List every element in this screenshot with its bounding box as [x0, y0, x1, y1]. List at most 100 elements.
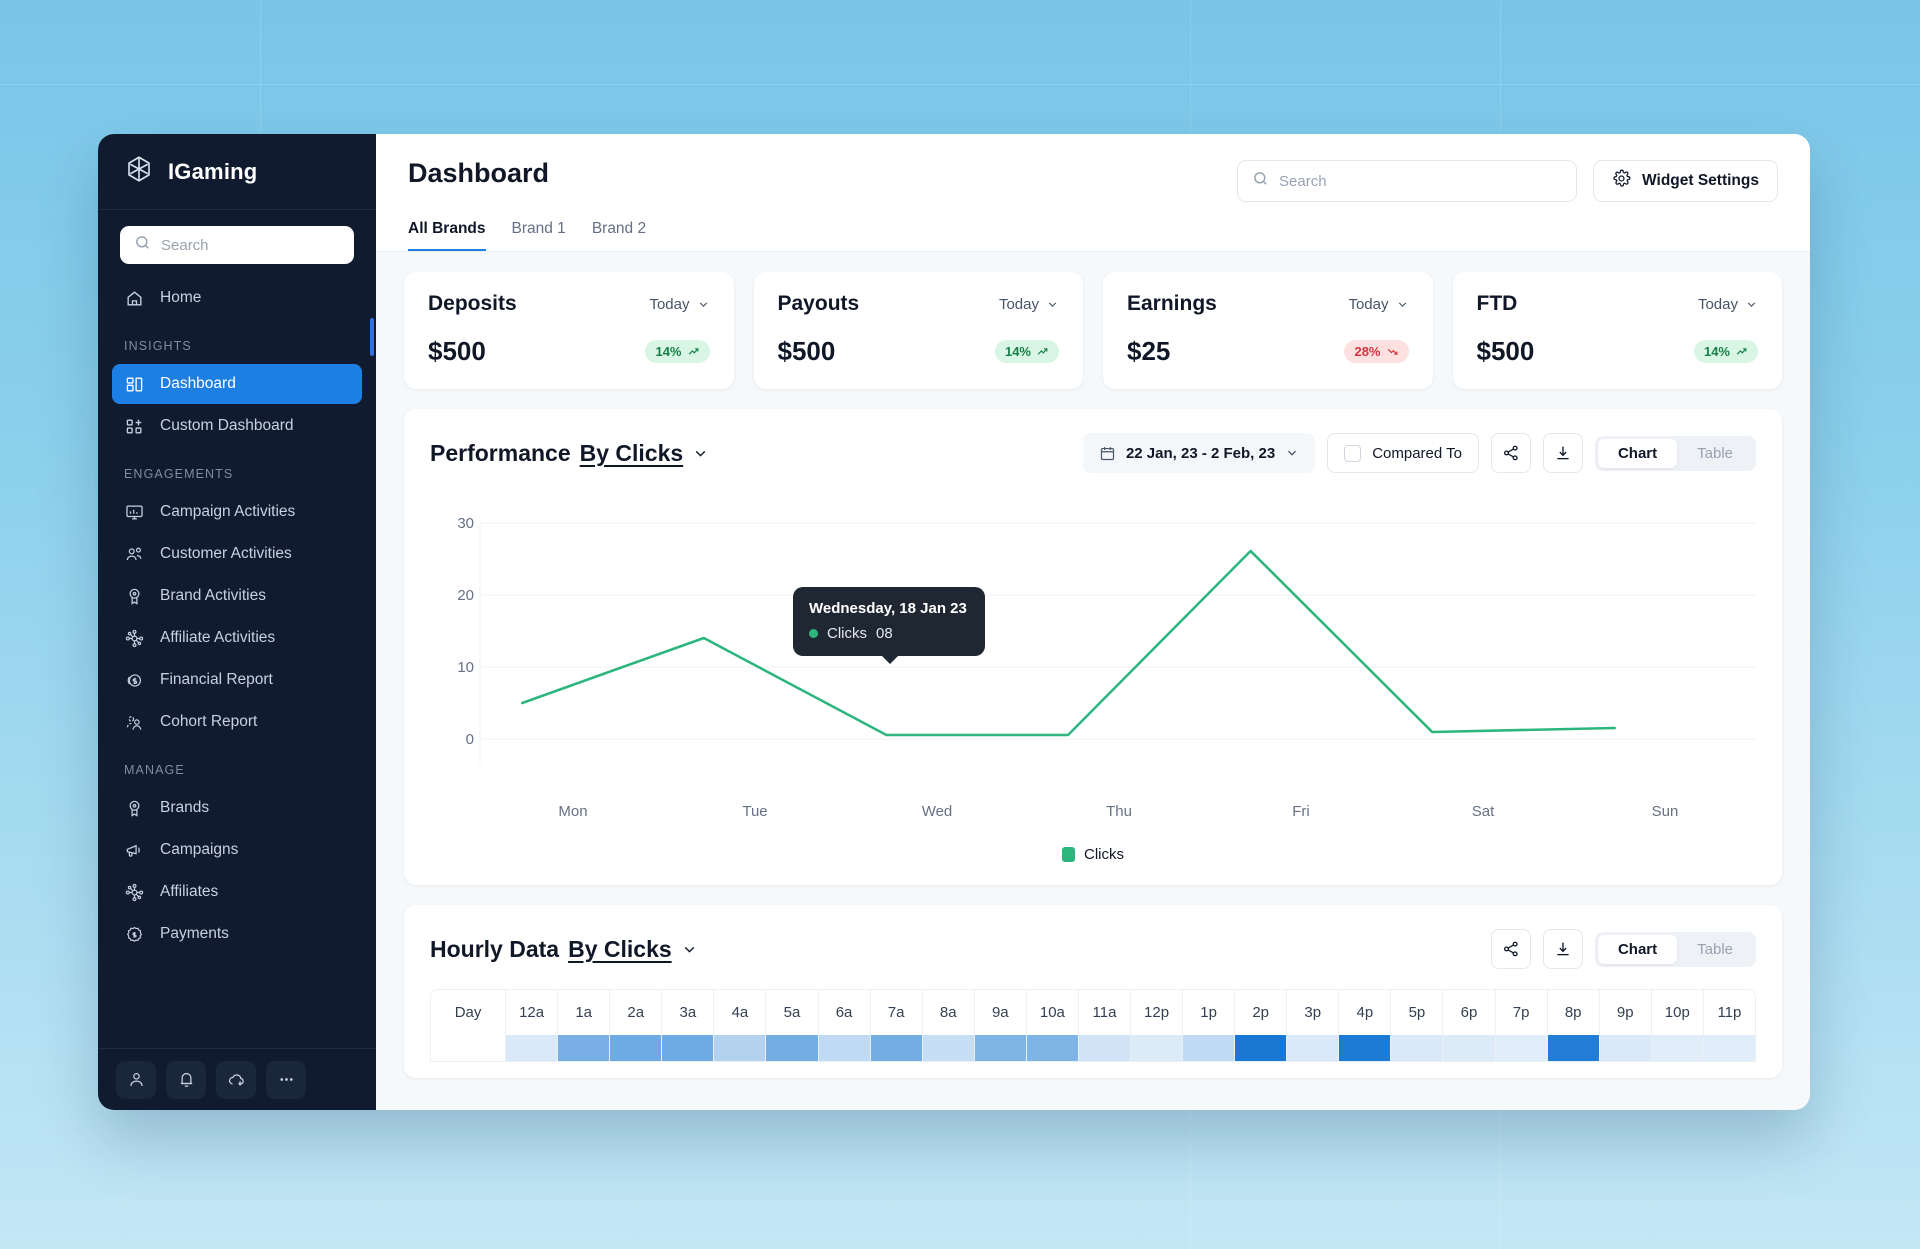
heatmap-cell[interactable] — [1703, 1035, 1755, 1061]
heatmap-cell[interactable] — [922, 1035, 974, 1061]
heatmap-cell[interactable] — [662, 1035, 714, 1061]
sidebar-item-affiliate-activities[interactable]: Affiliate Activities — [112, 618, 362, 658]
sidebar-scrollbar[interactable] — [370, 318, 374, 356]
sidebar-item-cohort-report[interactable]: Cohort Report — [112, 702, 362, 742]
compared-to-toggle[interactable]: Compared To — [1327, 433, 1479, 473]
kpi-title: FTD — [1476, 292, 1518, 315]
heatmap-column-1a[interactable]: 1a — [558, 990, 611, 1061]
date-range-picker[interactable]: 22 Jan, 23 - 2 Feb, 23 — [1082, 433, 1316, 473]
sidebar-item-campaigns[interactable]: Campaigns — [112, 830, 362, 870]
sidebar-item-payments[interactable]: Payments — [112, 914, 362, 954]
sidebar-brand[interactable]: IGaming — [98, 134, 376, 210]
heatmap-column-2p[interactable]: 2p — [1235, 990, 1288, 1061]
kpi-period-selector[interactable]: Today — [1698, 296, 1758, 313]
heatmap-header-hour: 4p — [1339, 990, 1391, 1035]
downloads-button[interactable] — [216, 1060, 256, 1099]
heatmap-column-12a[interactable]: 12a — [506, 990, 559, 1061]
heatmap-column-2a[interactable]: 2a — [610, 990, 663, 1061]
heatmap-cell[interactable] — [1287, 1035, 1339, 1061]
sidebar-search[interactable] — [120, 226, 354, 264]
compared-to-checkbox[interactable] — [1344, 444, 1362, 462]
heatmap-column-10a[interactable]: 10a — [1026, 990, 1079, 1061]
kpi-period-selector[interactable]: Today — [1348, 296, 1408, 313]
sidebar-item-customer-activities[interactable]: Customer Activities — [112, 534, 362, 574]
share-button[interactable] — [1490, 433, 1531, 473]
heatmap-column-1p[interactable]: 1p — [1183, 990, 1236, 1061]
heatmap-cell[interactable] — [1026, 1035, 1078, 1061]
performance-metric-label: By Clicks — [579, 439, 684, 466]
widget-settings-button[interactable]: Widget Settings — [1593, 160, 1778, 202]
heatmap-cell[interactable] — [610, 1035, 662, 1061]
heatmap-cell[interactable] — [714, 1035, 766, 1061]
download-button[interactable] — [1542, 433, 1583, 473]
sidebar-item-dashboard[interactable]: Dashboard — [112, 364, 362, 404]
heatmap-cell[interactable] — [558, 1035, 610, 1061]
heatmap-cell[interactable] — [1235, 1035, 1287, 1061]
view-table-option[interactable]: Table — [1677, 935, 1753, 964]
sidebar-item-financial-report[interactable]: Financial Report — [112, 660, 362, 700]
heatmap-column-6p[interactable]: 6p — [1443, 990, 1496, 1061]
heatmap-cell[interactable] — [1131, 1035, 1183, 1061]
heatmap-cell[interactable] — [766, 1035, 818, 1061]
heatmap-cell[interactable] — [1651, 1035, 1703, 1061]
sidebar-search-input[interactable] — [161, 236, 340, 254]
view-chart-option[interactable]: Chart — [1597, 438, 1678, 468]
sidebar-item-home[interactable]: Home — [112, 278, 362, 318]
heatmap-column-3a[interactable]: 3a — [662, 990, 715, 1061]
notifications-button[interactable] — [166, 1060, 206, 1099]
view-table-option[interactable]: Table — [1677, 439, 1753, 468]
heatmap-cell[interactable] — [1495, 1035, 1547, 1061]
heatmap-column-7p[interactable]: 7p — [1495, 990, 1548, 1061]
heatmap-column-3p[interactable]: 3p — [1287, 990, 1340, 1061]
tab-brand-2[interactable]: Brand 2 — [592, 220, 646, 251]
heatmap-column-11a[interactable]: 11a — [1078, 990, 1131, 1061]
heatmap-cell[interactable] — [974, 1035, 1026, 1061]
view-chart-option[interactable]: Chart — [1597, 934, 1678, 964]
hourly-title[interactable]: Hourly Data By Clicks — [430, 936, 698, 963]
heatmap-cell — [431, 1035, 506, 1061]
heatmap-cell[interactable] — [870, 1035, 922, 1061]
header-search[interactable] — [1237, 160, 1578, 202]
heatmap-cell[interactable] — [1339, 1035, 1391, 1061]
kpi-period-selector[interactable]: Today — [649, 296, 709, 313]
heatmap-column-9p[interactable]: 9p — [1599, 990, 1652, 1061]
sidebar-item-affiliates[interactable]: Affiliates — [112, 872, 362, 912]
heatmap-column-6a[interactable]: 6a — [818, 990, 871, 1061]
heatmap-column-9a[interactable]: 9a — [974, 990, 1027, 1061]
heatmap-cell[interactable] — [506, 1035, 558, 1061]
sidebar-item-brands[interactable]: Brands — [112, 788, 362, 828]
heatmap-column-4a[interactable]: 4a — [714, 990, 767, 1061]
heatmap-column-4p[interactable]: 4p — [1339, 990, 1392, 1061]
heatmap-cell[interactable] — [1443, 1035, 1495, 1061]
heatmap-column-11p[interactable]: 11p — [1703, 990, 1755, 1061]
download-button[interactable] — [1542, 929, 1583, 969]
heatmap-column-8p[interactable]: 8p — [1547, 990, 1600, 1061]
profile-button[interactable] — [116, 1060, 156, 1099]
heatmap-column-7a[interactable]: 7a — [870, 990, 923, 1061]
heatmap-cell[interactable] — [1078, 1035, 1130, 1061]
performance-title[interactable]: Performance By Clicks — [430, 440, 709, 467]
sidebar-item-label: Customer Activities — [160, 545, 292, 562]
share-button[interactable] — [1490, 929, 1531, 969]
heatmap-column-8a[interactable]: 8a — [922, 990, 975, 1061]
heatmap-cell[interactable] — [1391, 1035, 1443, 1061]
tab-brand-1[interactable]: Brand 1 — [512, 220, 566, 251]
kpi-period-selector[interactable]: Today — [999, 296, 1059, 313]
heatmap-cell[interactable] — [1547, 1035, 1599, 1061]
more-button[interactable] — [266, 1060, 306, 1099]
heatmap-cell[interactable] — [1599, 1035, 1651, 1061]
sidebar-item-label: Dashboard — [160, 375, 236, 392]
heatmap-column-12p[interactable]: 12p — [1131, 990, 1184, 1061]
monitor-chart-icon — [124, 502, 144, 522]
heatmap-header-hour: 11p — [1703, 990, 1755, 1035]
sidebar-item-brand-activities[interactable]: Brand Activities — [112, 576, 362, 616]
header-search-input[interactable] — [1279, 172, 1563, 190]
tab-all-brands[interactable]: All Brands — [408, 220, 486, 251]
heatmap-cell[interactable] — [1183, 1035, 1235, 1061]
heatmap-column-10p[interactable]: 10p — [1651, 990, 1704, 1061]
sidebar-item-campaign-activities[interactable]: Campaign Activities — [112, 492, 362, 532]
heatmap-column-5a[interactable]: 5a — [766, 990, 819, 1061]
heatmap-cell[interactable] — [818, 1035, 870, 1061]
heatmap-column-5p[interactable]: 5p — [1391, 990, 1444, 1061]
sidebar-item-custom-dashboard[interactable]: Custom Dashboard — [112, 406, 362, 446]
